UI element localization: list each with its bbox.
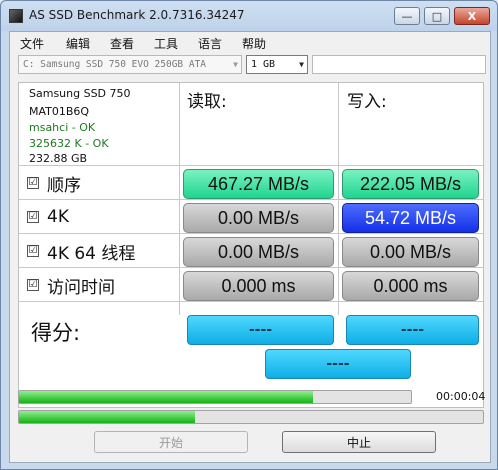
- alignment-status: 325632 K - OK: [29, 137, 109, 150]
- elapsed-time: 00:00:04: [436, 390, 486, 403]
- start-button[interactable]: 开始: [94, 431, 248, 453]
- toolbar: C: Samsung SSD 750 EVO 250GB ATA ▼ 1 GB …: [10, 52, 490, 78]
- access-read-result: 0.000 ms: [183, 271, 334, 301]
- drive-capacity: 232.88 GB: [29, 152, 88, 165]
- main-client-area: 文件 编辑 查看 工具 语言 帮助 C: Samsung SSD 750 EVO…: [9, 31, 491, 463]
- test-label: 4K: [47, 207, 69, 227]
- test-label: 访问时间: [47, 277, 115, 298]
- menu-file[interactable]: 文件: [20, 35, 44, 52]
- overall-progress-fill: [19, 391, 313, 403]
- app-window: AS SSD Benchmark 2.0.7316.34247 — □ X 文件…: [0, 0, 498, 470]
- total-score: ----: [265, 349, 411, 379]
- chevron-down-icon: ▼: [233, 60, 238, 69]
- title-bar[interactable]: AS SSD Benchmark 2.0.7316.34247 — □ X: [1, 1, 497, 31]
- test-row-4k64[interactable]: ☑ 4K 64 线程: [27, 239, 136, 264]
- score-label: 得分:: [31, 321, 81, 345]
- 4k-write-result: 54.72 MB/s: [342, 203, 479, 233]
- write-score: ----: [346, 315, 479, 345]
- row-divider: [19, 199, 483, 200]
- access-write-result: 0.000 ms: [342, 271, 479, 301]
- 4k64-write-result: 0.00 MB/s: [342, 237, 479, 267]
- drive-select-value: C: Samsung SSD 750 EVO 250GB ATA: [23, 59, 207, 70]
- menu-edit[interactable]: 编辑: [66, 35, 90, 52]
- test-row-4k[interactable]: ☑ 4K: [27, 205, 69, 229]
- menu-language[interactable]: 语言: [198, 35, 222, 52]
- checkbox[interactable]: ☑: [27, 211, 39, 223]
- test-label: 顺序: [47, 175, 81, 196]
- results-panel: Samsung SSD 750 MAT01B6Q msahci - OK 325…: [18, 82, 484, 408]
- write-column-header: 写入:: [347, 92, 387, 112]
- window-title: AS SSD Benchmark 2.0.7316.34247: [29, 8, 245, 22]
- 4k-read-result: 0.00 MB/s: [183, 203, 334, 233]
- drive-firmware: MAT01B6Q: [29, 105, 90, 118]
- row-divider: [19, 301, 483, 302]
- abort-button[interactable]: 中止: [282, 431, 436, 453]
- seq-read-result: 467.27 MB/s: [183, 169, 334, 199]
- maximize-button[interactable]: □: [424, 7, 450, 25]
- test-row-access-time[interactable]: ☑ 访问时间: [27, 273, 115, 298]
- read-score: ----: [187, 315, 334, 345]
- driver-status: msahci - OK: [29, 121, 96, 134]
- chevron-down-icon: ▼: [299, 60, 304, 69]
- checkbox[interactable]: ☑: [27, 245, 39, 257]
- close-button[interactable]: X: [454, 7, 490, 25]
- overall-progress-bar: [18, 390, 412, 404]
- test-row-sequential[interactable]: ☑ 顺序: [27, 171, 81, 196]
- test-label: 4K 64 线程: [47, 243, 136, 264]
- seq-write-result: 222.05 MB/s: [342, 169, 479, 199]
- row-divider: [19, 233, 483, 234]
- menu-help[interactable]: 帮助: [242, 35, 266, 52]
- row-divider: [19, 165, 483, 166]
- row-divider: [19, 267, 483, 268]
- test-size-value: 1 GB: [251, 59, 276, 70]
- test-progress-fill: [19, 411, 196, 423]
- test-size-select[interactable]: 1 GB ▼: [246, 55, 308, 74]
- menu-bar: 文件 编辑 查看 工具 语言 帮助: [10, 32, 490, 52]
- app-icon: [9, 9, 23, 23]
- menu-view[interactable]: 查看: [110, 35, 134, 52]
- drive-select[interactable]: C: Samsung SSD 750 EVO 250GB ATA ▼: [18, 55, 242, 74]
- test-progress-bar: [18, 410, 484, 424]
- drive-model: Samsung SSD 750: [29, 87, 131, 100]
- 4k64-read-result: 0.00 MB/s: [183, 237, 334, 267]
- minimize-button[interactable]: —: [394, 7, 420, 25]
- checkbox[interactable]: ☑: [27, 177, 39, 189]
- checkbox[interactable]: ☑: [27, 279, 39, 291]
- status-field: [312, 55, 486, 74]
- menu-tools[interactable]: 工具: [154, 35, 178, 52]
- read-column-header: 读取:: [187, 92, 227, 112]
